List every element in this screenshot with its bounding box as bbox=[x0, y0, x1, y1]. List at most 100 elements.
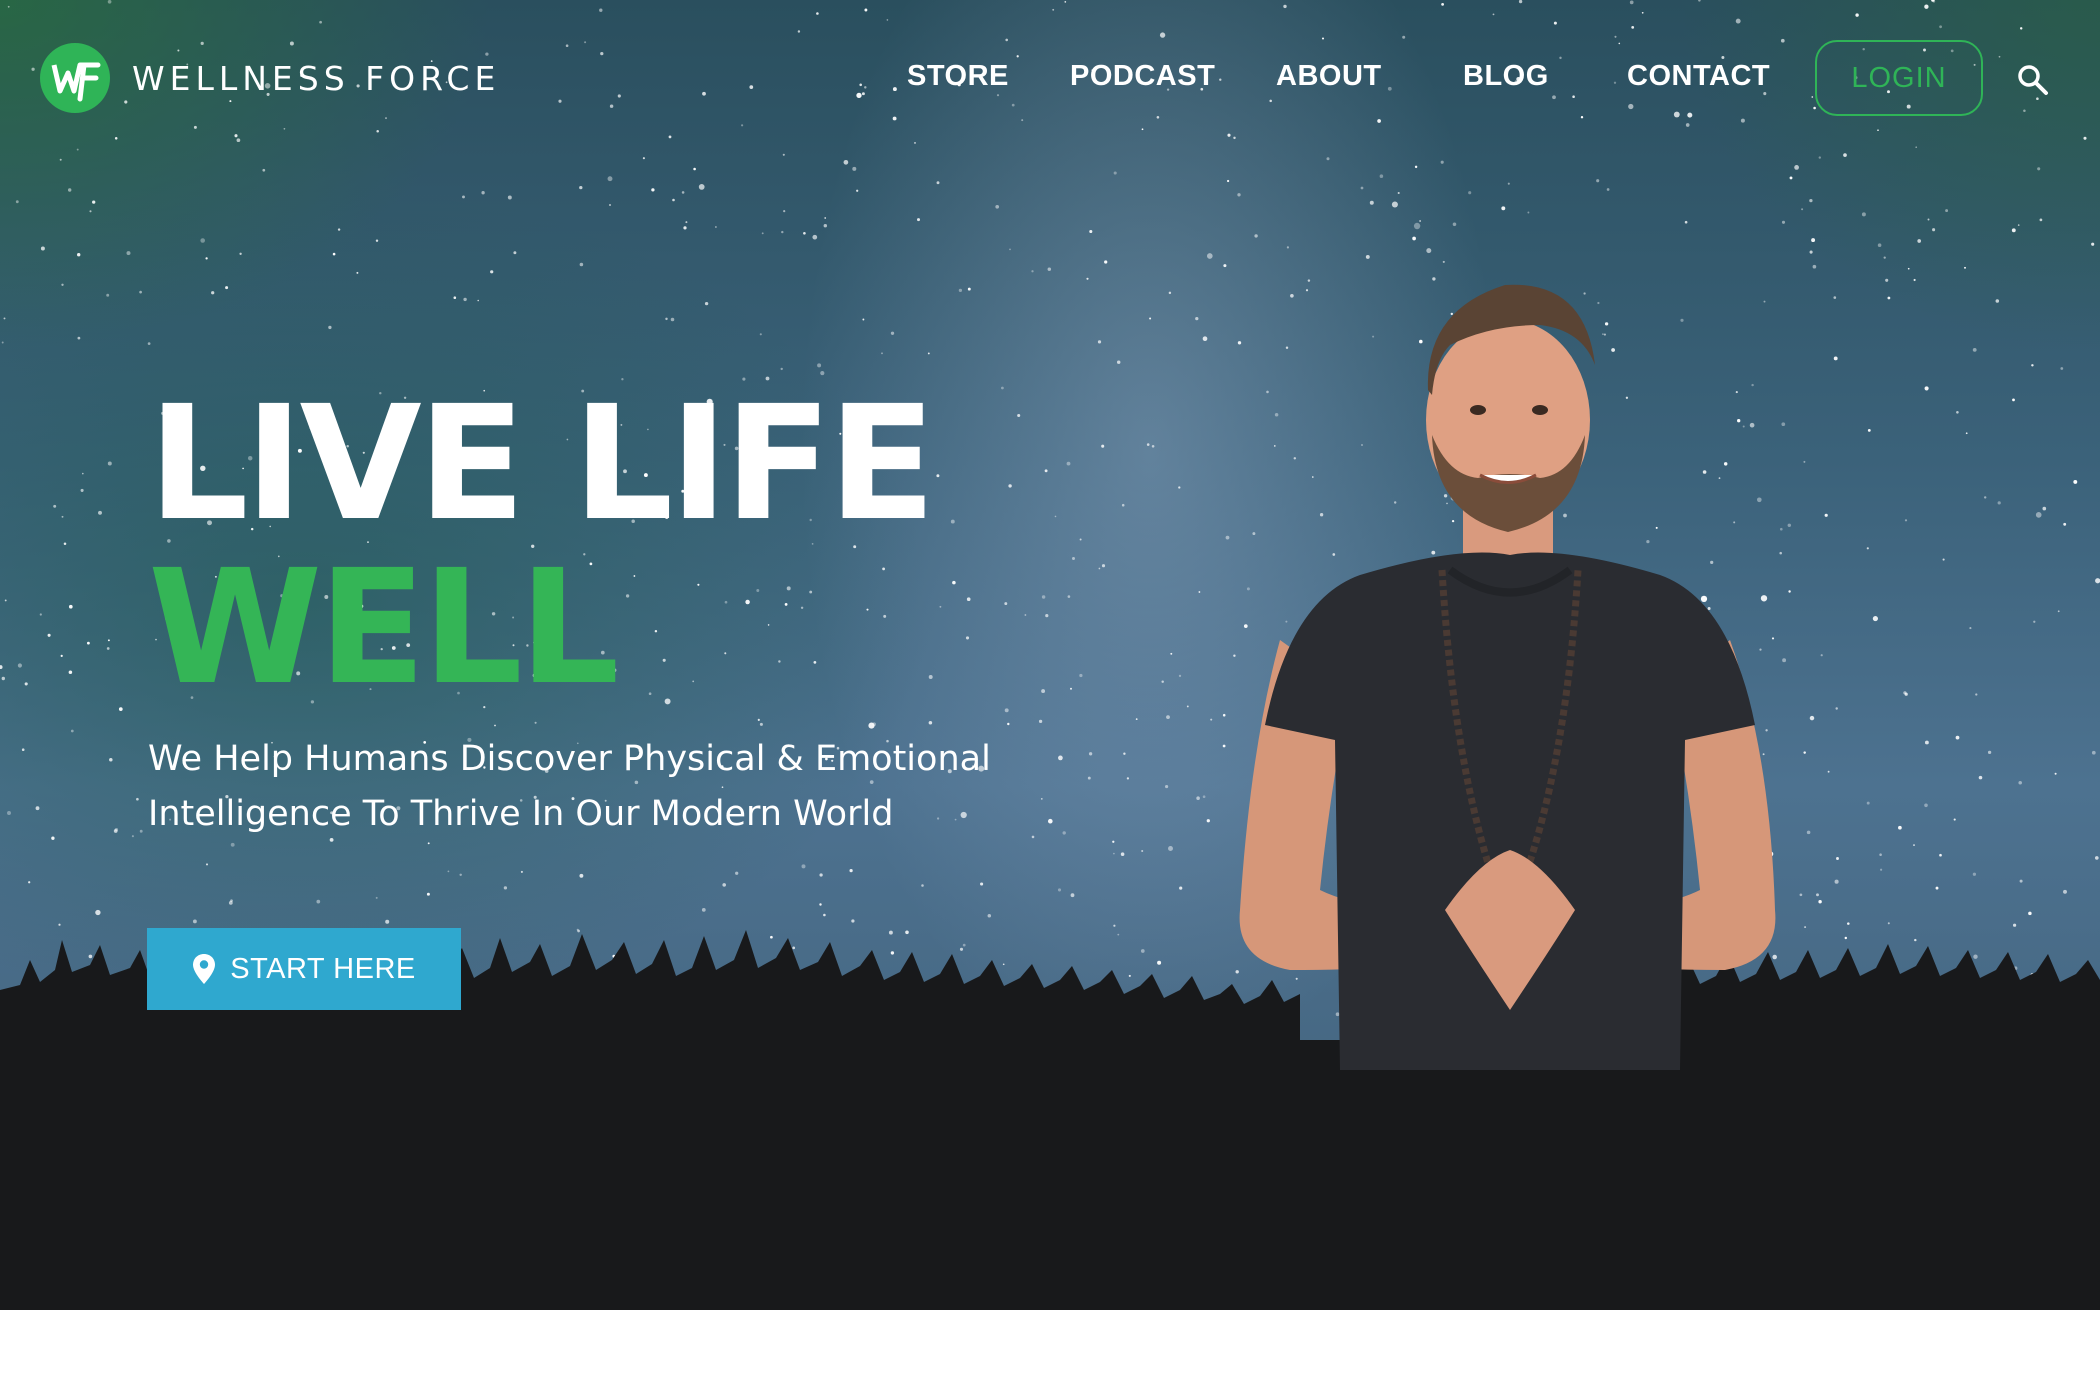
nav-item-about[interactable]: ABOUT bbox=[1276, 60, 1382, 93]
headline-line-2: WELL bbox=[148, 536, 620, 720]
star bbox=[1964, 266, 1966, 269]
star bbox=[1983, 496, 1987, 499]
login-button[interactable]: LOGIN bbox=[1815, 40, 1983, 116]
star bbox=[852, 166, 857, 171]
star bbox=[507, 195, 512, 200]
star bbox=[1866, 547, 1869, 550]
star bbox=[1165, 785, 1169, 789]
star bbox=[70, 729, 74, 733]
star bbox=[1924, 386, 1929, 391]
star bbox=[921, 884, 924, 887]
star bbox=[1223, 264, 1227, 268]
star bbox=[817, 363, 822, 368]
star bbox=[1047, 267, 1052, 271]
star bbox=[1507, 182, 1510, 185]
tagline-line-1: We Help Humans Discover Physical & Emoti… bbox=[148, 739, 991, 779]
star bbox=[1024, 614, 1027, 616]
star bbox=[17, 663, 22, 668]
star bbox=[1413, 222, 1421, 230]
star bbox=[685, 221, 688, 224]
star bbox=[1412, 236, 1416, 241]
star bbox=[967, 287, 971, 291]
star bbox=[1452, 222, 1457, 227]
star bbox=[2095, 578, 2100, 584]
star bbox=[849, 868, 853, 873]
star bbox=[7, 811, 11, 815]
star bbox=[1872, 616, 1878, 622]
star bbox=[494, 724, 496, 727]
star bbox=[1904, 519, 1908, 522]
star bbox=[477, 299, 480, 302]
hero-section: WELLNESS FORCE STORE PODCAST ABOUT BLOG … bbox=[0, 0, 2100, 1310]
star bbox=[2017, 224, 2020, 226]
star bbox=[1178, 674, 1182, 678]
star bbox=[1198, 591, 1201, 593]
star bbox=[40, 246, 45, 251]
star bbox=[1067, 595, 1071, 598]
star bbox=[1161, 680, 1164, 683]
star bbox=[332, 252, 336, 256]
nav-item-blog[interactable]: BLOG bbox=[1463, 60, 1549, 93]
star bbox=[1206, 253, 1213, 259]
star bbox=[1932, 228, 1936, 232]
star bbox=[375, 239, 379, 242]
star bbox=[459, 873, 462, 877]
map-pin-icon bbox=[193, 954, 216, 984]
star bbox=[1237, 193, 1241, 197]
star bbox=[98, 510, 102, 515]
star bbox=[757, 718, 760, 721]
star bbox=[801, 864, 806, 869]
star bbox=[2057, 610, 2060, 613]
star bbox=[995, 204, 1000, 209]
star bbox=[1442, 260, 1445, 263]
star bbox=[1956, 411, 1959, 414]
star bbox=[239, 252, 242, 255]
star bbox=[3, 317, 6, 320]
star bbox=[1098, 567, 1101, 570]
star bbox=[672, 198, 675, 202]
star bbox=[356, 271, 359, 274]
star bbox=[1397, 191, 1400, 195]
star bbox=[1086, 277, 1089, 280]
star bbox=[107, 461, 112, 466]
nav-item-store[interactable]: STORE bbox=[907, 60, 1009, 93]
star bbox=[68, 188, 72, 192]
star bbox=[1170, 652, 1173, 655]
star bbox=[200, 238, 206, 243]
star bbox=[927, 352, 930, 355]
star bbox=[1827, 770, 1830, 773]
star bbox=[82, 472, 84, 475]
star bbox=[579, 873, 584, 878]
star bbox=[1833, 296, 1837, 299]
star bbox=[60, 654, 63, 658]
star bbox=[1596, 179, 1600, 183]
star bbox=[1812, 264, 1817, 269]
star bbox=[447, 870, 450, 873]
star bbox=[1038, 719, 1043, 724]
star bbox=[462, 195, 465, 199]
search-icon[interactable] bbox=[2015, 62, 2049, 96]
star bbox=[868, 722, 875, 729]
nav-item-contact[interactable]: CONTACT bbox=[1627, 60, 1770, 93]
star bbox=[1391, 201, 1398, 208]
star bbox=[92, 200, 96, 204]
star bbox=[1904, 692, 1908, 696]
star bbox=[1955, 735, 1960, 740]
star bbox=[1054, 515, 1057, 518]
star bbox=[106, 647, 110, 650]
start-here-button[interactable]: START HERE bbox=[147, 928, 461, 1010]
star bbox=[61, 515, 64, 518]
star bbox=[1426, 248, 1432, 254]
nav-item-podcast[interactable]: PODCAST bbox=[1070, 60, 1215, 93]
star bbox=[958, 288, 963, 293]
star bbox=[693, 167, 696, 171]
star bbox=[2033, 620, 2036, 623]
star bbox=[722, 883, 726, 887]
star bbox=[2011, 228, 2016, 233]
star bbox=[950, 519, 955, 524]
star bbox=[1066, 461, 1071, 466]
star bbox=[1045, 614, 1049, 618]
star bbox=[1041, 689, 1046, 694]
star bbox=[1440, 160, 1444, 164]
star bbox=[936, 474, 940, 478]
